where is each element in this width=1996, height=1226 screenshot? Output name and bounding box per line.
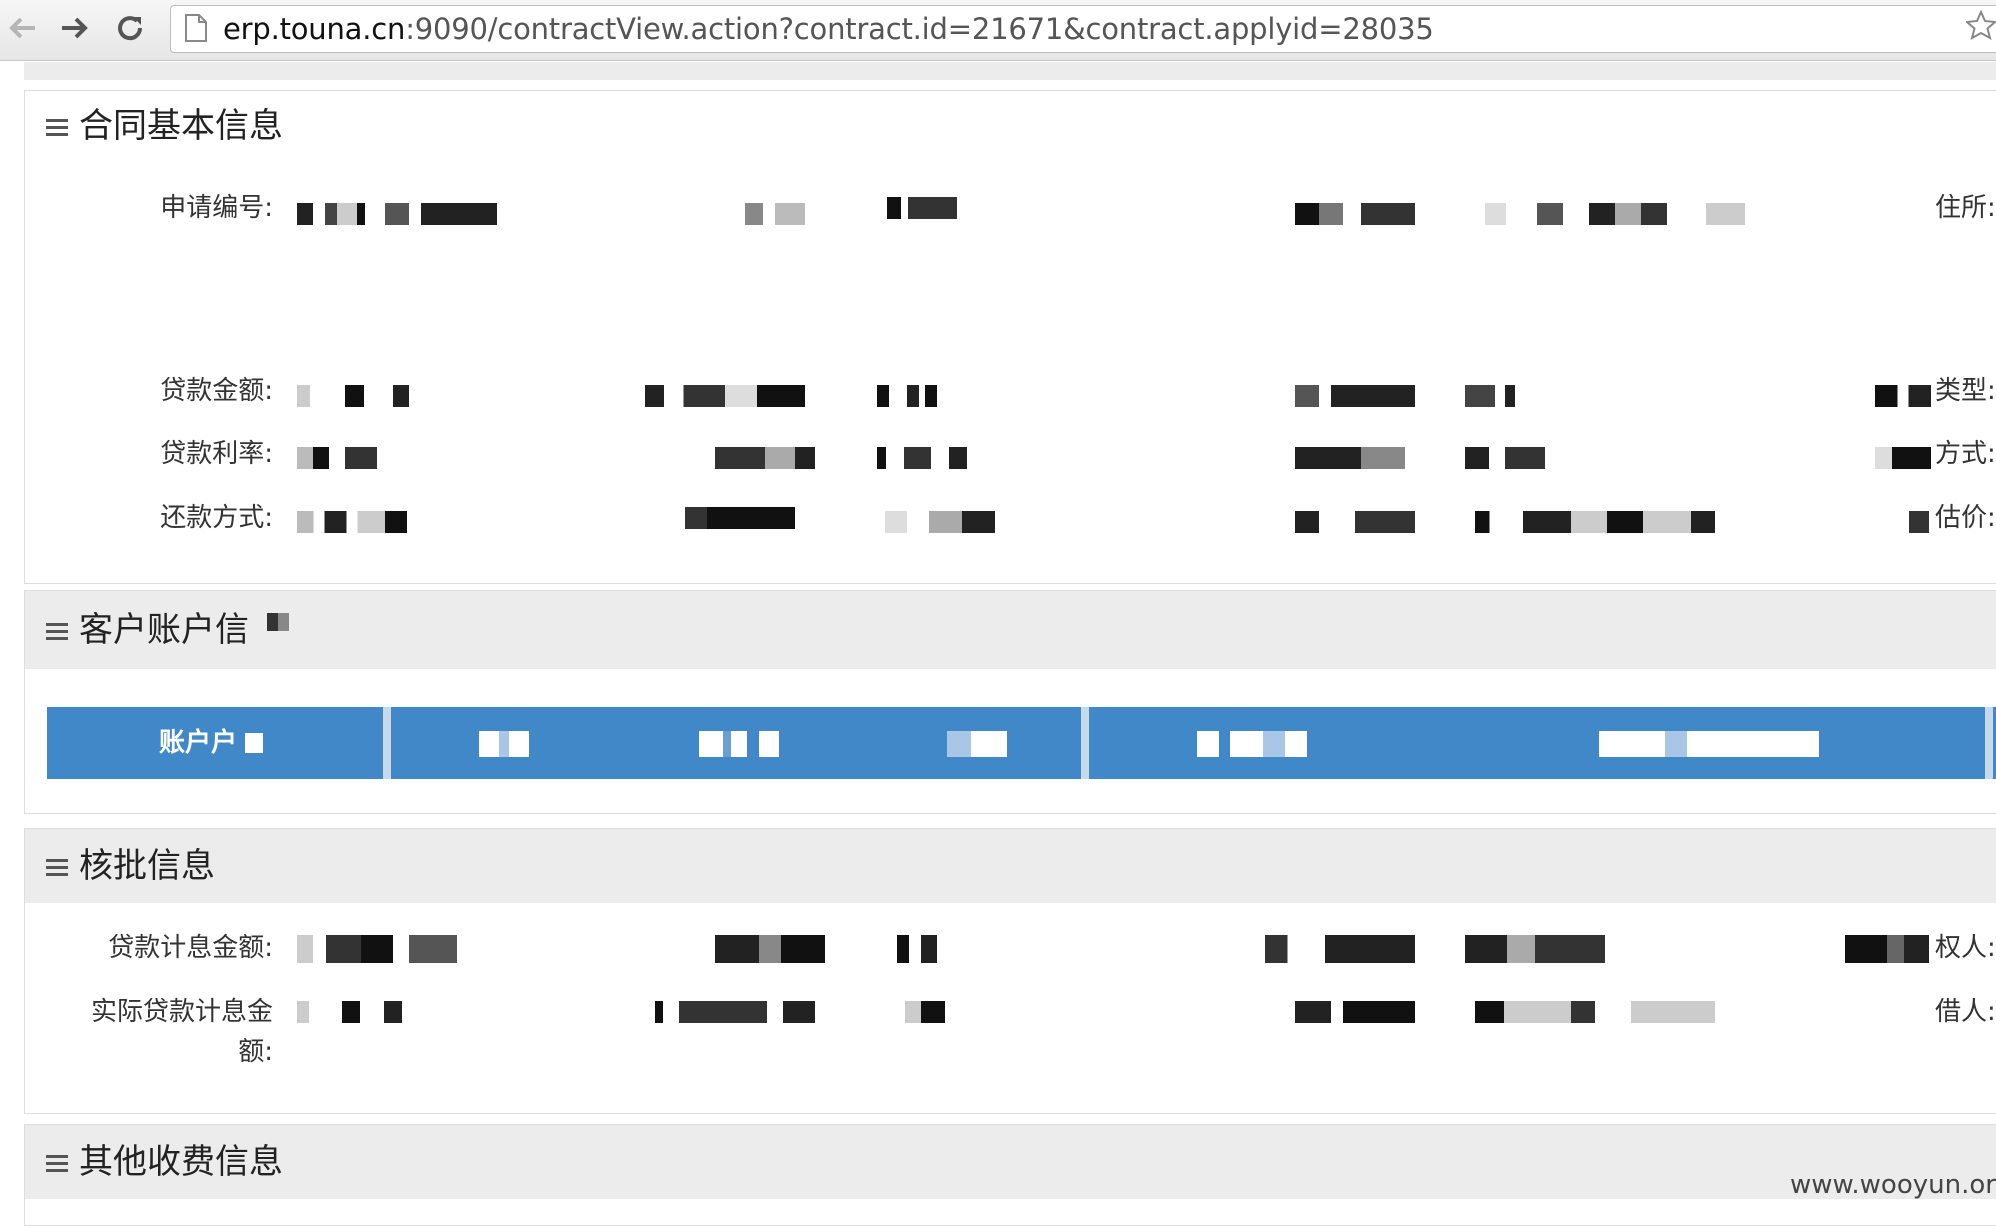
basic-info-panel: 合同基本信息 申请编号: 住所: 贷款金额: 类型: 贷款利率: 方式: 还款方… [24, 90, 1996, 584]
account-table-header: 账户户 [47, 707, 1996, 779]
redacted-value [245, 733, 263, 753]
right-holder-label: 权人: [1935, 933, 1996, 963]
menu-lines-icon [46, 119, 68, 136]
other-fees-panel: 其他收费信息 [24, 1124, 1996, 1226]
redacted-value [1295, 1001, 1415, 1023]
column-divider [1985, 707, 1993, 779]
url-text[interactable]: erp.touna.cn:9090/contractView.action?co… [223, 13, 1434, 45]
page-icon [185, 14, 207, 42]
basic-info-header[interactable]: 合同基本信息 [25, 91, 1996, 161]
redacted-value [1295, 511, 1415, 533]
redacted-value [1485, 203, 1745, 225]
redacted-value [947, 731, 1007, 757]
actual-interest-amount-label: 实际贷款计息金 [90, 997, 273, 1027]
redacted-value [297, 447, 377, 469]
url-host: erp.touna.cn [223, 12, 406, 46]
panel-title: 核批信息 [79, 846, 215, 886]
redacted-value [699, 731, 779, 757]
redacted-value [685, 507, 795, 529]
redacted-value [1295, 447, 1405, 469]
method-label: 方式: [1935, 439, 1996, 469]
type-label: 类型: [1935, 376, 1996, 406]
interest-amount-label: 贷款计息金额: [108, 933, 273, 963]
redacted-value [887, 197, 957, 219]
redacted-value [1465, 447, 1545, 469]
redacted-value [885, 511, 995, 533]
column-divider [383, 707, 391, 779]
account-column-header: 账户户 [159, 728, 238, 758]
address-bar[interactable]: erp.touna.cn:9090/contractView.action?co… [170, 5, 1996, 53]
redacted-value [1265, 935, 1415, 963]
approval-header[interactable]: 核批信息 [25, 829, 1996, 903]
menu-lines-icon [46, 1155, 68, 1172]
redacted-value [1465, 935, 1605, 963]
redacted-value [267, 613, 289, 631]
reload-icon[interactable] [110, 8, 150, 48]
redacted-value [897, 935, 937, 963]
account-header[interactable]: 客户账户信 [25, 591, 1996, 669]
other-fees-header[interactable]: 其他收费信息 [25, 1125, 1996, 1199]
redacted-value [655, 1001, 815, 1023]
redacted-value [479, 731, 529, 757]
approval-panel: 核批信息 贷款计息金额: 权人: 实际贷款计息金 额: 借人: [24, 828, 1996, 1114]
url-path: :9090/contractView.action?contract.id=21… [405, 12, 1434, 46]
panel-title: 客户账户信 [79, 610, 249, 650]
column-divider [1081, 707, 1089, 779]
star-icon[interactable] [1966, 10, 1996, 40]
apply-no-label: 申请编号: [160, 193, 273, 223]
redacted-value [1845, 935, 1929, 963]
redacted-value [1475, 1001, 1715, 1023]
redacted-value [1197, 731, 1307, 757]
redacted-value [1465, 385, 1515, 407]
redacted-value [1295, 203, 1415, 225]
redacted-value [905, 1001, 945, 1023]
redacted-value [1909, 511, 1929, 533]
address-label: 住所: [1935, 193, 1996, 223]
actual-interest-amount-label-cont: 额: [238, 1037, 273, 1067]
browser-toolbar: erp.touna.cn:9090/contractView.action?co… [0, 0, 1996, 61]
back-icon[interactable] [2, 8, 42, 48]
redacted-value [297, 1001, 447, 1023]
panel-title: 合同基本信息 [79, 106, 283, 146]
account-panel: 客户账户信 账户户 [24, 590, 1996, 814]
redacted-value [715, 935, 825, 963]
redacted-value [297, 203, 497, 225]
redacted-value [1599, 731, 1819, 757]
top-strip [24, 62, 1996, 80]
menu-lines-icon [46, 623, 68, 640]
loan-amount-label: 贷款金额: [160, 376, 273, 406]
redacted-value [877, 385, 937, 407]
redacted-value [877, 447, 967, 469]
redacted-value [1875, 385, 1931, 407]
menu-lines-icon [46, 859, 68, 876]
redacted-value [1875, 447, 1931, 469]
valuation-label: 估价: [1935, 503, 1996, 533]
borrower-label: 借人: [1935, 997, 1996, 1027]
redacted-value [715, 447, 815, 469]
redacted-value [297, 935, 457, 963]
watermark: www.wooyun.org [1790, 1170, 1996, 1200]
redacted-value [297, 385, 457, 407]
redacted-value [745, 203, 805, 225]
redacted-value [645, 385, 805, 407]
forward-icon[interactable] [55, 8, 95, 48]
repay-method-label: 还款方式: [160, 503, 273, 533]
redacted-value [1475, 511, 1715, 533]
redacted-value [297, 511, 407, 533]
loan-rate-label: 贷款利率: [160, 439, 273, 469]
redacted-value [1295, 385, 1415, 407]
panel-title: 其他收费信息 [79, 1142, 283, 1182]
